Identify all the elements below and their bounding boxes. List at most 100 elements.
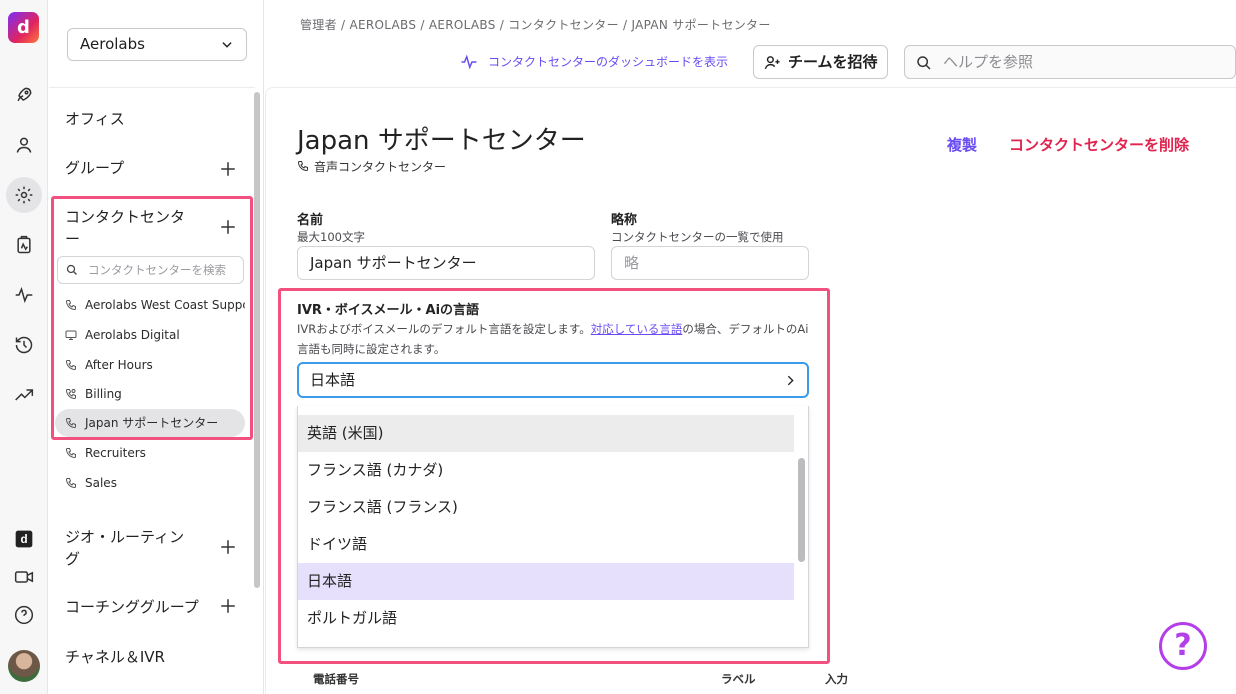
- phone-alt-icon: [65, 389, 76, 400]
- gear-icon[interactable]: [6, 177, 42, 213]
- language-description-text: IVRおよびボイスメールのデフォルト言語を設定します。: [297, 322, 591, 336]
- activity-icon[interactable]: [6, 277, 42, 313]
- org-select-value: Aerolabs: [80, 35, 145, 53]
- phone-icon: [65, 448, 76, 459]
- help-fab-button[interactable]: ?: [1159, 622, 1207, 670]
- delete-contact-center-button[interactable]: コンタクトセンターを削除: [1009, 134, 1189, 155]
- invite-team-button[interactable]: チームを招待: [753, 45, 888, 79]
- app: d d Aerolabs オフィス グループ コンタクトセンタ ー コンタクトセ…: [0, 0, 1236, 694]
- page-subtitle: 音声コンタクトセンター: [297, 158, 446, 175]
- app-logo[interactable]: d: [8, 12, 39, 43]
- table-header-input: 入力: [825, 672, 848, 686]
- help-search-placeholder: ヘルプを参照: [943, 53, 1034, 71]
- divider: [49, 87, 255, 88]
- name-field[interactable]: Japan サポートセンター: [297, 246, 595, 280]
- history-icon[interactable]: [6, 327, 42, 363]
- abbr-hint: コンタクトセンターの一覧で使用: [611, 230, 784, 244]
- phone-icon: [65, 478, 76, 489]
- add-group-plus-icon[interactable]: [219, 160, 237, 178]
- help-icon[interactable]: [6, 597, 42, 633]
- left-rail: d d: [0, 0, 48, 694]
- settings-sidebar: Aerolabs オフィス グループ コンタクトセンタ ー コンタクトセンターを…: [49, 0, 264, 694]
- breadcrumb: 管理者 / AEROLABS / AEROLABS / コンタクトセンター / …: [300, 18, 771, 32]
- page-subtitle-text: 音声コンタクトセンター: [314, 160, 447, 174]
- org-select[interactable]: Aerolabs: [67, 28, 247, 61]
- contact-center-item-label: Sales: [85, 476, 117, 490]
- abbr-field[interactable]: 略: [611, 246, 809, 280]
- contact-center-item-active[interactable]: Japan サポートセンター: [55, 409, 245, 437]
- language-option[interactable]: 英語 (米国): [298, 415, 794, 452]
- contact-center-item[interactable]: Aerolabs Digital: [55, 321, 245, 349]
- nav-groups[interactable]: グループ: [65, 157, 124, 178]
- nav-contact-centers-line1: コンタクトセンタ: [65, 208, 186, 226]
- search-icon: [66, 264, 77, 275]
- contact-center-item-label: After Hours: [85, 358, 153, 372]
- contact-center-item-label: Aerolabs Digital: [85, 328, 180, 342]
- contact-center-item[interactable]: Recruiters: [55, 439, 245, 467]
- add-coaching-group-plus-icon[interactable]: [219, 597, 237, 615]
- nav-coaching-groups[interactable]: コーチンググループ: [65, 596, 199, 617]
- add-contact-center-plus-icon[interactable]: [219, 218, 237, 236]
- clipboard-icon[interactable]: [6, 227, 42, 263]
- phone-icon: [297, 161, 308, 172]
- language-select[interactable]: 日本語: [297, 362, 809, 398]
- help-search-input[interactable]: ヘルプを参照: [904, 45, 1236, 79]
- nav-geo-routing-line2: グ: [65, 550, 81, 568]
- rocket-icon[interactable]: [6, 77, 42, 113]
- name-label: 名前: [297, 213, 324, 228]
- contact-center-item-label: Billing: [85, 387, 122, 401]
- language-option[interactable]: ドイツ語: [298, 526, 794, 563]
- contact-center-item[interactable]: Billing: [55, 380, 245, 408]
- abbr-label: 略称: [611, 213, 638, 228]
- contact-center-item-label: Aerolabs West Coast Support: [85, 298, 245, 312]
- nav-contact-centers-line2: ー: [65, 230, 81, 248]
- nav-contact-centers[interactable]: コンタクトセンタ ー: [65, 206, 185, 250]
- invite-team-label: チームを招待: [788, 53, 878, 71]
- dialpad-icon[interactable]: d: [6, 521, 42, 557]
- nav-geo-routing-line1: ジオ・ルーティン: [65, 528, 185, 546]
- video-icon[interactable]: [6, 559, 42, 595]
- contact-center-item-label: Recruiters: [85, 446, 146, 460]
- table-header-phone: 電話番号: [313, 672, 359, 686]
- nav-channels-ivr[interactable]: チャネル＆IVR: [65, 646, 165, 667]
- contact-center-item[interactable]: Aerolabs West Coast Support: [55, 291, 245, 319]
- supported-languages-link[interactable]: 対応している言語: [591, 322, 683, 336]
- contact-center-item[interactable]: After Hours: [55, 351, 245, 379]
- avatar[interactable]: [8, 650, 40, 682]
- duplicate-button[interactable]: 複製: [947, 134, 977, 155]
- search-icon: [917, 56, 931, 70]
- phone-icon: [65, 418, 76, 429]
- language-description: IVRおよびボイスメールのデフォルト言語を設定します。対応している言語の場合、デ…: [297, 319, 809, 359]
- nav-office[interactable]: オフィス: [65, 108, 125, 129]
- activity-icon: [461, 54, 477, 70]
- monitor-icon: [65, 330, 77, 340]
- dropdown-scrollbar[interactable]: [798, 458, 805, 562]
- chevron-down-icon: [222, 42, 232, 48]
- language-section-title: IVR・ボイスメール・Aiの言語: [297, 303, 480, 318]
- phone-icon: [65, 300, 76, 311]
- language-select-value: 日本語: [310, 371, 356, 389]
- dashboard-link[interactable]: コンタクトセンターのダッシュボードを表示: [460, 52, 728, 72]
- trending-icon[interactable]: [6, 377, 42, 413]
- dashboard-link-label: コンタクトセンターのダッシュボードを表示: [488, 55, 729, 69]
- table-header-label: ラベル: [721, 672, 756, 686]
- contact-center-search-input[interactable]: コンタクトセンターを検索: [57, 256, 244, 284]
- svg-text:d: d: [20, 533, 27, 546]
- person-icon[interactable]: [6, 127, 42, 163]
- add-geo-routing-plus-icon[interactable]: [219, 538, 237, 556]
- language-option-selected[interactable]: 日本語: [298, 563, 794, 600]
- language-option[interactable]: ポルトガル語: [298, 600, 794, 637]
- name-hint: 最大100文字: [297, 230, 365, 244]
- language-option[interactable]: フランス語 (フランス): [298, 489, 794, 526]
- chevron-right-icon: [787, 375, 794, 386]
- contact-center-search-placeholder: コンタクトセンターを検索: [88, 263, 226, 277]
- add-user-icon: [764, 56, 780, 70]
- sidebar-scrollbar[interactable]: [254, 92, 260, 588]
- nav-geo-routing[interactable]: ジオ・ルーティン グ: [65, 526, 184, 570]
- phone-icon: [65, 360, 76, 371]
- language-dropdown: 英語 (米国) フランス語 (カナダ) フランス語 (フランス) ドイツ語 日本…: [297, 406, 809, 648]
- page-title: Japan サポートセンター: [297, 126, 586, 156]
- contact-center-item-label: Japan サポートセンター: [85, 416, 219, 430]
- language-option[interactable]: フランス語 (カナダ): [298, 452, 794, 489]
- contact-center-item[interactable]: Sales: [55, 469, 245, 497]
